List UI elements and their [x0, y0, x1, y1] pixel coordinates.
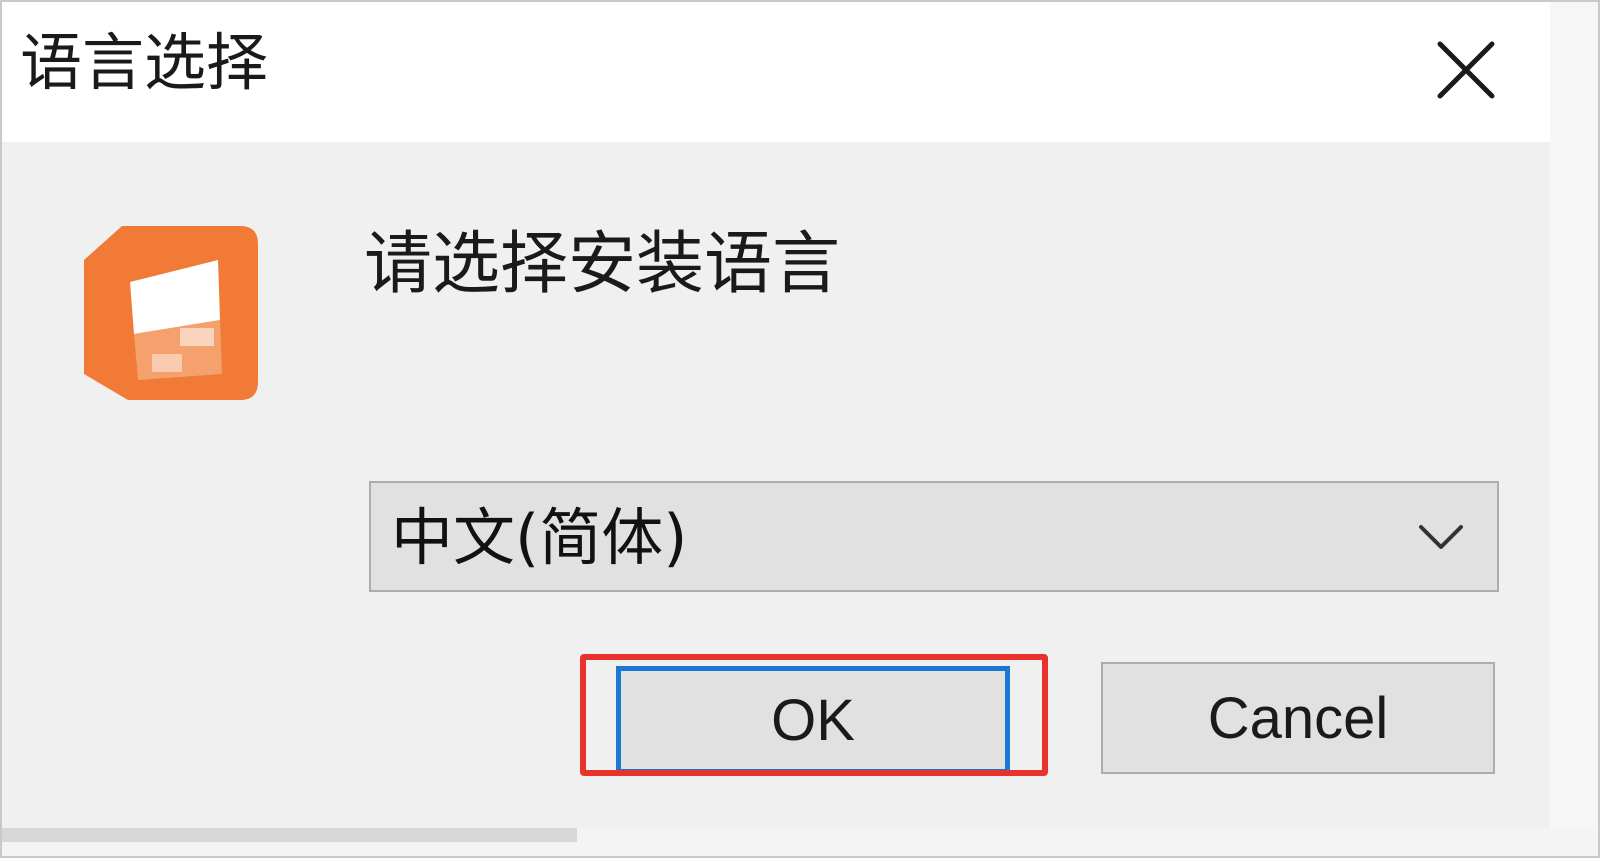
chevron-down-icon	[1419, 525, 1463, 549]
scroll-segment	[2, 828, 577, 842]
close-icon	[1437, 41, 1495, 99]
install-language-prompt: 请选择安装语言	[364, 225, 841, 304]
window-edge	[1550, 2, 1598, 856]
language-selection-dialog: 语言选择 请选择安装语言 中文(简体) OK Cancel	[0, 0, 1600, 858]
window-bottom-edge	[2, 828, 1598, 856]
selected-language: 中文(简体)	[391, 501, 688, 574]
title-bar: 语言选择	[2, 2, 1598, 142]
app-logo-icon	[82, 224, 260, 402]
language-dropdown[interactable]: 中文(简体)	[369, 481, 1499, 592]
ok-button[interactable]: OK	[616, 666, 1010, 774]
window-title: 语言选择	[20, 26, 269, 99]
close-button[interactable]	[1414, 22, 1524, 122]
cancel-button[interactable]: Cancel	[1101, 662, 1495, 774]
